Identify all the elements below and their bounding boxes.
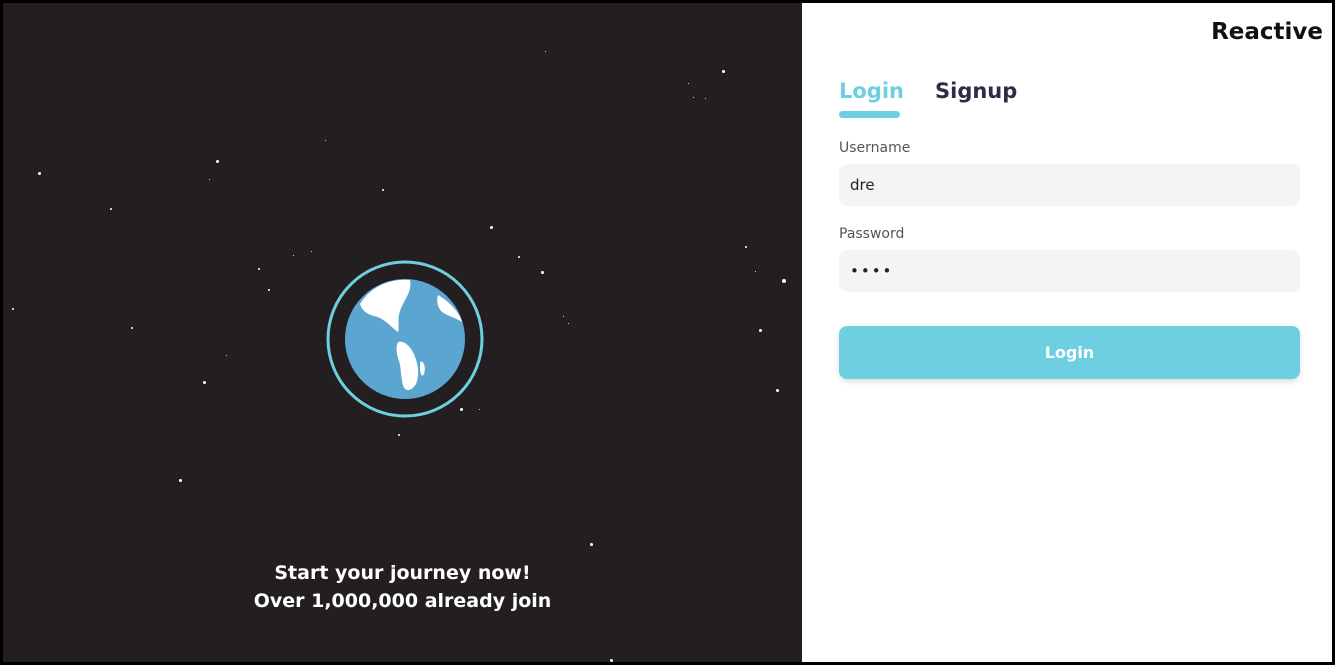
star-decoration xyxy=(208,178,210,180)
tagline: Start your journey now! Over 1,000,000 a… xyxy=(3,559,802,615)
password-label: Password xyxy=(839,226,905,242)
tab-signup[interactable]: Signup xyxy=(935,79,1017,103)
star-decoration xyxy=(758,328,762,332)
star-decoration xyxy=(775,388,779,392)
username-input[interactable] xyxy=(839,164,1300,206)
star-decoration xyxy=(215,159,219,163)
star-decoration xyxy=(178,478,182,482)
star-decoration xyxy=(382,189,384,191)
brand-title: Reactive xyxy=(1211,19,1323,45)
star-decoration xyxy=(721,69,725,73)
star-decoration xyxy=(562,315,564,317)
tagline-line-2: Over 1,000,000 already join xyxy=(253,590,552,612)
star-decoration xyxy=(518,256,520,258)
star-decoration xyxy=(268,289,270,291)
hero-panel: Start your journey now! Over 1,000,000 a… xyxy=(3,3,802,662)
star-decoration xyxy=(489,225,493,229)
star-decoration xyxy=(567,322,569,324)
star-decoration xyxy=(692,96,694,98)
star-decoration xyxy=(324,139,326,141)
tab-login[interactable]: Login xyxy=(839,79,904,103)
app-window: Start your journey now! Over 1,000,000 a… xyxy=(0,0,1335,665)
star-decoration xyxy=(704,97,706,99)
active-tab-indicator xyxy=(839,111,900,118)
star-decoration xyxy=(310,250,312,252)
password-input[interactable] xyxy=(839,250,1300,292)
star-decoration xyxy=(544,50,546,52)
star-decoration xyxy=(754,270,756,272)
star-decoration xyxy=(687,82,689,84)
auth-panel: Reactive Login Signup Username Password … xyxy=(802,3,1332,662)
username-label: Username xyxy=(839,140,911,156)
star-decoration xyxy=(110,208,112,210)
star-decoration xyxy=(292,254,294,256)
star-decoration xyxy=(225,354,227,356)
star-decoration xyxy=(131,327,133,329)
star-decoration xyxy=(745,246,747,248)
star-decoration xyxy=(37,171,41,175)
tagline-line-1: Start your journey now! xyxy=(274,562,531,584)
login-button[interactable]: Login xyxy=(839,326,1300,379)
star-decoration xyxy=(609,658,613,662)
star-decoration xyxy=(589,542,593,546)
star-decoration xyxy=(202,380,206,384)
star-decoration xyxy=(398,434,400,436)
star-decoration xyxy=(258,268,260,270)
star-decoration xyxy=(782,279,786,283)
globe-icon xyxy=(326,260,484,418)
star-decoration xyxy=(12,308,14,310)
star-decoration xyxy=(540,270,544,274)
